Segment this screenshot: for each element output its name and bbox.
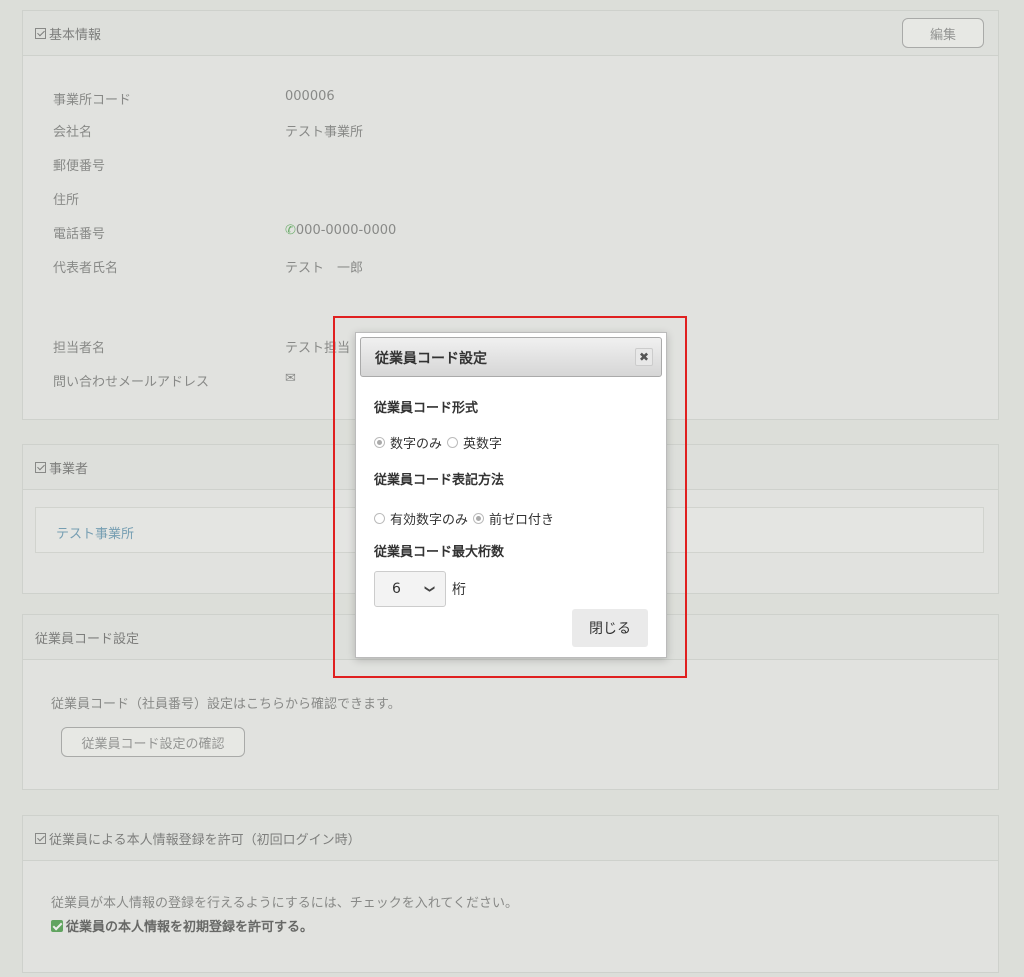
highlight-box [333,316,687,678]
